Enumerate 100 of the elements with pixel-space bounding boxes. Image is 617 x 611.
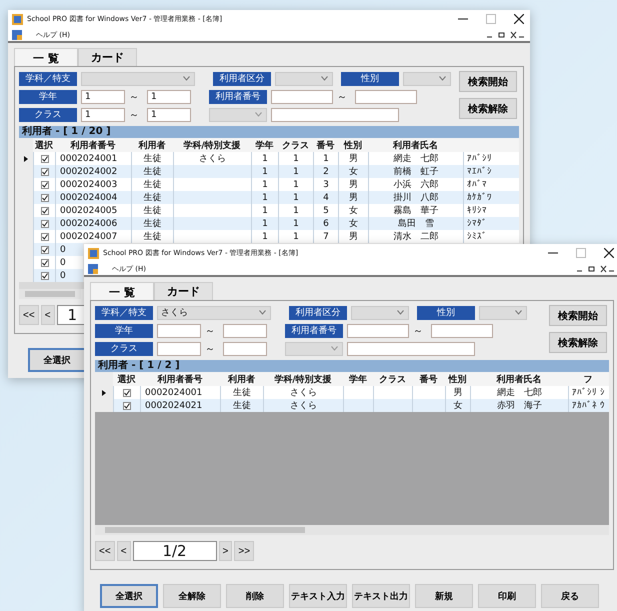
- action-button[interactable]: 全選択: [28, 348, 86, 372]
- tab[interactable]: カード: [154, 282, 213, 300]
- maximize-icon[interactable]: [576, 248, 586, 258]
- table-row[interactable]: 0002024001 生徒 さくら 1 1 1 男 網走 七郎 ｱﾊﾞｼﾘ: [19, 152, 519, 165]
- input-field[interactable]: 1: [81, 108, 125, 122]
- gender-dropdown[interactable]: [403, 72, 451, 86]
- checkbox[interactable]: [40, 180, 48, 188]
- table-row[interactable]: 0002024006 生徒 1 1 6 女 島田 雪 ｼﾏﾀﾞ: [19, 217, 519, 230]
- column-header: 選択: [116, 374, 136, 386]
- table-row[interactable]: 0: [19, 269, 83, 282]
- horizontal-scrollbar[interactable]: [19, 289, 81, 299]
- table-row[interactable]: 0: [19, 256, 83, 269]
- page-field[interactable]: 1/2: [132, 541, 217, 561]
- input-field[interactable]: [223, 342, 267, 356]
- input-field[interactable]: [347, 324, 409, 338]
- last-page-button[interactable]: >>: [234, 541, 254, 561]
- previous-page-button[interactable]: <: [40, 305, 55, 325]
- chevron-down-icon: [255, 112, 262, 117]
- input-field[interactable]: 1: [147, 108, 191, 122]
- input-field[interactable]: [157, 324, 201, 338]
- checkbox[interactable]: [40, 258, 48, 266]
- department-dropdown[interactable]: さくら: [157, 306, 271, 320]
- action-button[interactable]: 印刷: [478, 584, 536, 608]
- checkbox[interactable]: [123, 402, 131, 410]
- input-field[interactable]: [347, 342, 475, 356]
- input-field[interactable]: 1: [147, 90, 191, 104]
- table-cell: 7: [313, 230, 338, 243]
- column-header: 利用者: [137, 139, 166, 152]
- action-button[interactable]: テキスト出力: [352, 584, 410, 608]
- app-icon: [12, 14, 23, 24]
- table-row[interactable]: 0002024003 生徒 1 1 3 男 小浜 六郎 ｵﾊﾞﾏ: [19, 178, 519, 191]
- chevron-down-icon: [397, 310, 404, 315]
- column-header: 利用者番号: [156, 373, 204, 386]
- horizontal-scrollbar[interactable]: [95, 525, 609, 535]
- range-separator: ～: [412, 324, 424, 338]
- action-button[interactable]: 新規: [415, 584, 473, 608]
- column-header: クラス: [378, 374, 407, 386]
- chevron-down-icon: [183, 76, 190, 81]
- column-header: 学科/特別支援: [273, 373, 333, 386]
- mdi-controls-icon[interactable]: [486, 30, 526, 38]
- checkbox[interactable]: [40, 272, 48, 280]
- search-button[interactable]: 検索解除: [549, 332, 607, 353]
- next-page-button[interactable]: >: [218, 541, 232, 561]
- table-cell: ｼﾐｽﾞ: [463, 230, 497, 243]
- input-field[interactable]: [355, 90, 417, 104]
- maximize-icon[interactable]: [486, 14, 496, 24]
- table-row[interactable]: 0002024021 生徒 さくら 女 赤羽 海子 ｱｶﾊﾞﾈ ｳ: [95, 399, 609, 412]
- search-button[interactable]: 検索開始: [549, 305, 607, 326]
- close-icon[interactable]: [514, 14, 524, 24]
- user-type-dropdown[interactable]: [275, 72, 333, 86]
- table-row[interactable]: 0: [19, 243, 83, 256]
- column-header: 学年: [254, 140, 274, 152]
- input-field[interactable]: [157, 342, 201, 356]
- checkbox[interactable]: [40, 206, 48, 214]
- input-field[interactable]: [271, 108, 399, 122]
- input-field[interactable]: [271, 90, 333, 104]
- checkbox[interactable]: [40, 194, 48, 202]
- checkbox[interactable]: [40, 232, 48, 240]
- tab[interactable]: 一 覧: [90, 282, 154, 301]
- previous-page-button[interactable]: <: [116, 541, 131, 561]
- department-dropdown[interactable]: [81, 72, 195, 86]
- dropdown[interactable]: [285, 342, 343, 356]
- table-row[interactable]: 0002024001 生徒 さくら 男 網走 七郎 ｱﾊﾞｼﾘ ｼ: [95, 386, 609, 399]
- user-type-dropdown[interactable]: [351, 306, 409, 320]
- column-header: 学年: [348, 374, 368, 386]
- input-field[interactable]: [431, 324, 493, 338]
- input-field[interactable]: 1: [81, 90, 125, 104]
- close-icon[interactable]: [604, 248, 614, 258]
- tab[interactable]: 一 覧: [14, 48, 78, 67]
- first-page-button[interactable]: <<: [95, 541, 115, 561]
- app-icon: [88, 248, 99, 258]
- range-separator: ～: [128, 108, 140, 122]
- table-row[interactable]: 0002024004 生徒 1 1 4 男 掛川 八郎 ｶｹｶﾞﾜ: [19, 191, 519, 204]
- table-row[interactable]: 0002024005 生徒 1 1 5 女 霧島 華子 ｷﾘｼﾏ: [19, 204, 519, 217]
- filter-label: 利用者番号: [209, 90, 267, 104]
- action-button[interactable]: 削除: [226, 584, 284, 608]
- column-header: 番号: [418, 373, 438, 386]
- column-header: 利用者氏名: [495, 373, 542, 386]
- action-button[interactable]: 全選択: [100, 584, 158, 608]
- gender-dropdown[interactable]: [479, 306, 527, 320]
- search-button[interactable]: 検索開始: [459, 71, 517, 92]
- checkbox[interactable]: [40, 154, 48, 162]
- column-header: フ: [582, 374, 594, 386]
- action-button[interactable]: テキスト入力: [289, 584, 347, 608]
- checkbox[interactable]: [40, 246, 48, 254]
- first-page-button[interactable]: <<: [19, 305, 39, 325]
- input-field[interactable]: [223, 324, 267, 338]
- search-button[interactable]: 検索解除: [459, 98, 517, 119]
- table-row[interactable]: 0002024002 生徒 1 1 2 女 前橋 虹子 ﾏｴﾊﾞｼ: [19, 165, 519, 178]
- table-row[interactable]: 0002024007 生徒 1 1 7 男 清水 二郎 ｼﾐｽﾞ: [19, 230, 519, 243]
- column-header: 利用者氏名: [392, 139, 439, 152]
- tab[interactable]: カード: [78, 48, 137, 66]
- range-separator: ～: [336, 90, 348, 104]
- action-button[interactable]: 戻る: [541, 584, 599, 608]
- mdi-controls-icon[interactable]: [576, 264, 616, 272]
- dropdown[interactable]: [209, 108, 267, 122]
- action-button[interactable]: 全解除: [163, 584, 221, 608]
- checkbox[interactable]: [40, 220, 48, 228]
- checkbox[interactable]: [40, 168, 48, 176]
- checkbox[interactable]: [123, 388, 131, 396]
